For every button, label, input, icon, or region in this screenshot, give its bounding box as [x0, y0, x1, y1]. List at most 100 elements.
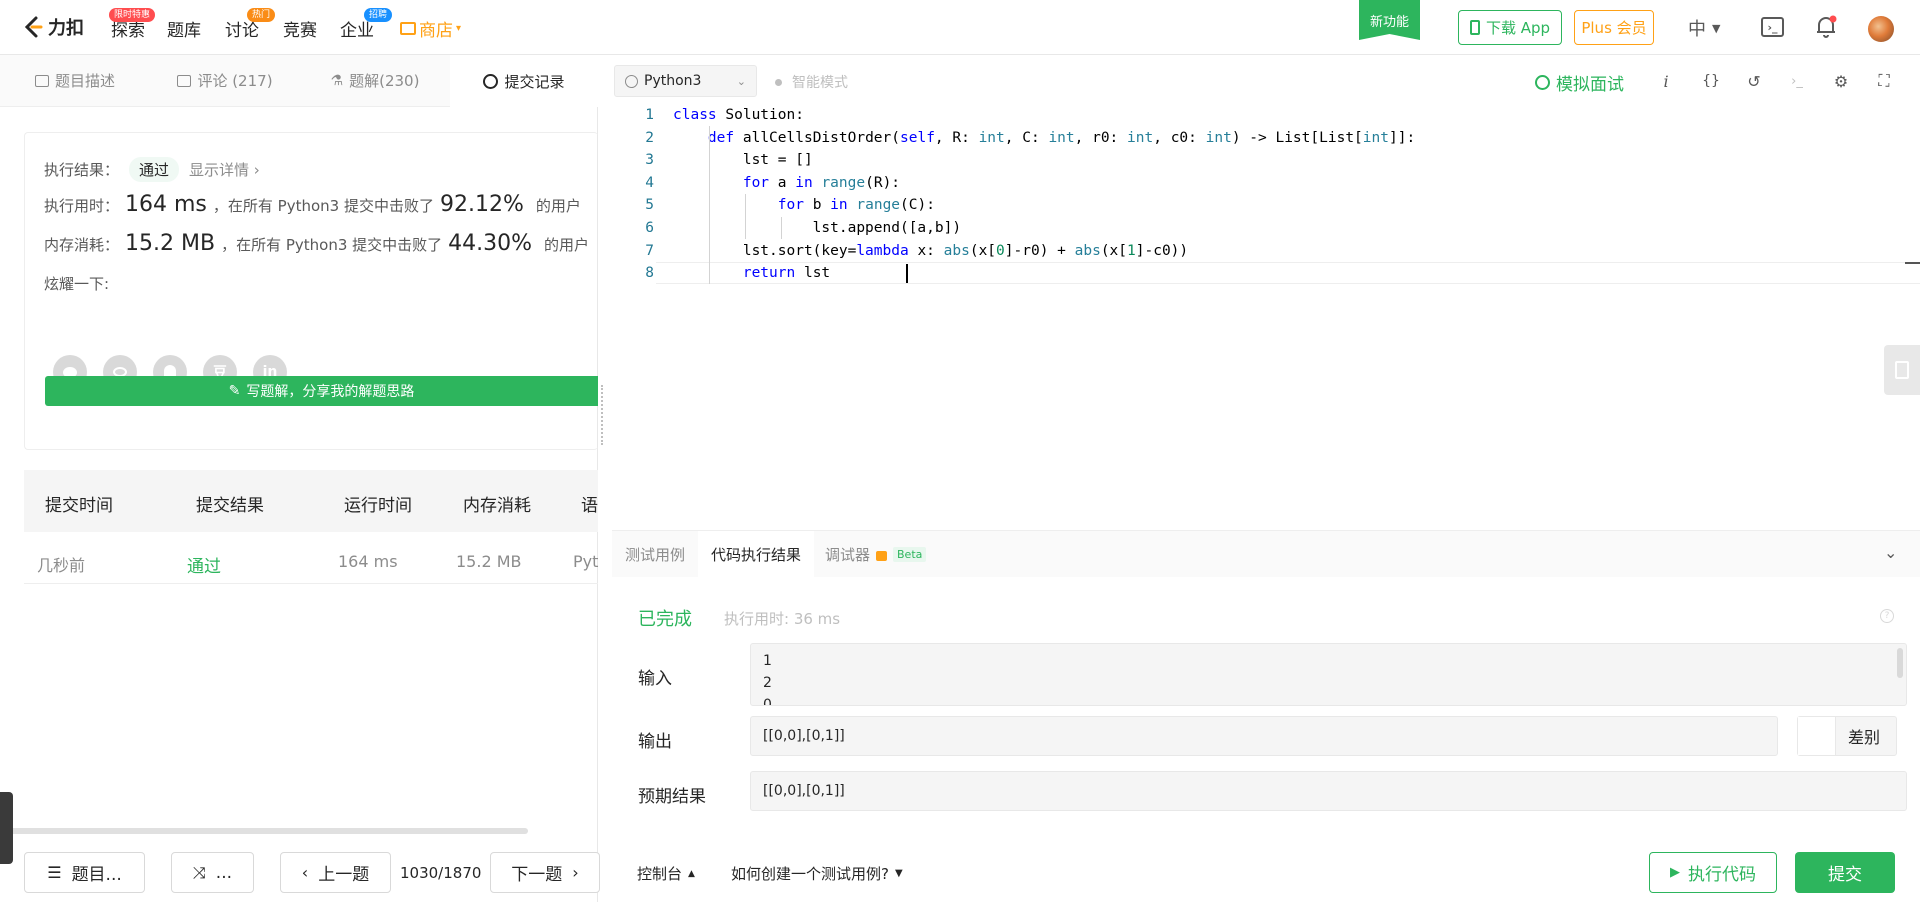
- panel-resize-handle[interactable]: [601, 385, 605, 445]
- code-line[interactable]: 1 class Solution:: [612, 104, 1920, 127]
- runtime-text: ，在所有 Python3 提交中击败了: [212, 197, 434, 215]
- tab-run-result[interactable]: 代码执行结果: [698, 531, 815, 577]
- line-number: 1: [645, 107, 654, 123]
- nav-contest[interactable]: 竞赛: [283, 16, 317, 41]
- fullscreen-icon[interactable]: ⛶: [1873, 70, 1895, 92]
- code-line[interactable]: 8 return lst: [612, 262, 1920, 285]
- info-circle-icon: [625, 74, 638, 88]
- code-text: for b in range(C):: [673, 194, 935, 217]
- tab-debugger[interactable]: 调试器 Beta: [812, 531, 939, 577]
- code-line[interactable]: 2 def allCellsDistOrder(self, R: int, C:…: [612, 127, 1920, 150]
- info-icon[interactable]: i: [1655, 70, 1677, 92]
- problem-list-button[interactable]: ☰ 题目...: [24, 852, 145, 893]
- nav-enterprise-label: 企业: [340, 21, 374, 41]
- input-scrollbar[interactable]: [1897, 648, 1903, 678]
- submit-button[interactable]: 提交: [1795, 852, 1895, 893]
- code-token: in: [795, 174, 813, 191]
- show-details-link[interactable]: 显示详情 ›: [189, 159, 260, 180]
- help-circle-icon[interactable]: ?: [1880, 609, 1894, 623]
- reset-icon[interactable]: ↺: [1743, 70, 1765, 92]
- avatar[interactable]: [1868, 16, 1894, 42]
- chevron-right-icon: ›: [572, 863, 579, 882]
- line-number: 5: [645, 197, 654, 214]
- nav-store[interactable]: 商店 ▾: [400, 16, 461, 41]
- nav-problems[interactable]: 题库: [167, 16, 201, 41]
- col-runtime: 运行时间: [344, 496, 412, 516]
- submit-label: 提交: [1828, 865, 1862, 885]
- code-line[interactable]: 5 for b in range(C):: [612, 194, 1920, 217]
- line-number: 4: [645, 174, 654, 191]
- top-navbar: 力扣 探索 限时特惠 题库 讨论 热门 竞赛 企业 招聘 商店 ▾ 新功能 下载…: [0, 0, 1920, 55]
- code-editor[interactable]: 1 class Solution: 2 def allCellsDistOrder(…: [612, 104, 1920, 530]
- line-number: 6: [645, 220, 654, 236]
- notification-bell-icon[interactable]: [1815, 14, 1837, 42]
- diff-toggle[interactable]: 差别: [1797, 716, 1897, 756]
- how-to-testcase-link[interactable]: 如何创建一个测试用例? ▼: [731, 863, 903, 884]
- code-line[interactable]: 6 lst.append([a,b]): [612, 217, 1920, 240]
- plus-member-label: Plus 会员: [1581, 19, 1647, 37]
- info-glyph: i: [1663, 71, 1669, 91]
- nav-contest-label: 竞赛: [283, 21, 317, 41]
- language-switch[interactable]: 中 ▼: [1688, 15, 1720, 41]
- new-feature-label: 新功能: [1369, 14, 1409, 30]
- console-toggle[interactable]: 控制台 ▲: [637, 863, 695, 884]
- tab-solutions-label: 题解(230): [349, 72, 420, 90]
- console-icon[interactable]: ›_: [1761, 17, 1784, 37]
- nav-explore[interactable]: 探索 限时特惠: [109, 8, 156, 41]
- tab-run-result-label: 代码执行结果: [711, 545, 802, 564]
- run-code-button[interactable]: ▶ 执行代码: [1649, 852, 1777, 893]
- input-label: 输入: [638, 669, 672, 689]
- mock-interview-button[interactable]: 模拟面试: [1535, 70, 1624, 95]
- code-line[interactable]: 4 for a in range(R):: [612, 172, 1920, 195]
- indent-guide: [745, 194, 746, 239]
- language-select[interactable]: Python3 ⌄: [614, 65, 757, 97]
- store-icon: [400, 22, 416, 35]
- nav-enterprise-badge: 招聘: [364, 8, 393, 22]
- terminal-icon[interactable]: ›_: [1786, 70, 1808, 92]
- code-token: , c0:: [1153, 129, 1206, 146]
- settings-gear-icon[interactable]: ⚙: [1830, 70, 1852, 92]
- code-token: a: [769, 174, 796, 191]
- row-result[interactable]: 通过: [187, 552, 221, 577]
- side-widget[interactable]: [0, 792, 13, 864]
- smart-mode-toggle[interactable]: 智能模式: [775, 72, 848, 92]
- comment-icon: [177, 74, 192, 87]
- prev-problem-button[interactable]: ‹ 上一题: [280, 852, 391, 893]
- plus-member-button[interactable]: Plus 会员: [1574, 10, 1654, 45]
- code-text: for a in range(R):: [673, 172, 900, 195]
- input-box[interactable]: 1 2 0: [750, 643, 1907, 706]
- nav-enterprise[interactable]: 企业 招聘: [340, 8, 393, 41]
- exec-time: 执行用时: 36 ms: [724, 610, 841, 628]
- tab-submissions[interactable]: 提交记录: [450, 55, 598, 107]
- code-line[interactable]: 3 lst = []: [612, 149, 1920, 172]
- download-app-button[interactable]: 下载 App: [1458, 10, 1562, 45]
- side-note-tab[interactable]: [1884, 345, 1920, 395]
- tab-solutions[interactable]: ⚗ 题解(230): [300, 55, 450, 107]
- code-token: Solution:: [716, 107, 804, 123]
- tab-description[interactable]: 题目描述: [0, 55, 150, 107]
- random-problem-button[interactable]: ⤨ ...: [171, 852, 254, 893]
- braces-icon[interactable]: {}: [1700, 70, 1722, 92]
- code-line[interactable]: 7 lst.sort(key=lambda x: abs(x[0]-r0) + …: [612, 240, 1920, 263]
- next-problem-button[interactable]: 下一题 ›: [490, 852, 600, 893]
- mock-interview-label: 模拟面试: [1556, 75, 1624, 95]
- collapse-chevron-icon[interactable]: ⌄: [1884, 543, 1897, 562]
- tab-testcase[interactable]: 测试用例: [612, 531, 698, 577]
- new-feature-ribbon[interactable]: 新功能: [1359, 0, 1420, 40]
- tab-testcase-label: 测试用例: [625, 545, 686, 564]
- nav-discuss[interactable]: 讨论 热门: [225, 8, 276, 41]
- logo[interactable]: 力扣: [22, 14, 84, 40]
- code-token: , C:: [1004, 129, 1049, 146]
- write-solution-button[interactable]: ✎ 写题解，分享我的解题思路: [45, 376, 598, 406]
- horizontal-scrollbar[interactable]: [0, 828, 528, 834]
- tab-comments[interactable]: 评论 (217): [150, 55, 300, 107]
- code-token: def: [707, 129, 735, 146]
- download-app-label: 下载 App: [1485, 19, 1551, 37]
- diff-checkbox[interactable]: [1798, 717, 1836, 755]
- code-token: abs: [943, 242, 970, 259]
- random-label: ...: [215, 862, 233, 883]
- memory-text: ，在所有 Python3 提交中击败了: [221, 236, 443, 254]
- pencil-icon: ✎: [228, 383, 241, 399]
- output-box: [[0,0],[0,1]]: [750, 716, 1778, 756]
